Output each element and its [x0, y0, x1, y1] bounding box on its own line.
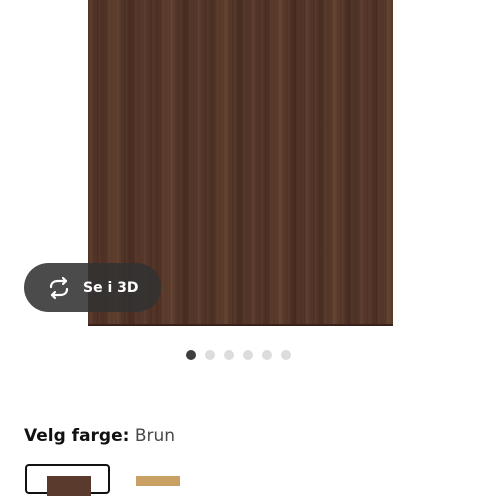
color-swatch-brown[interactable] [25, 464, 110, 496]
carousel-dot-4[interactable] [243, 350, 253, 360]
color-selector-heading: Velg farge: Brun [24, 426, 175, 446]
view-in-3d-label: Se i 3D [83, 279, 139, 296]
carousel-dot-2[interactable] [205, 350, 215, 360]
image-carousel-dots [186, 350, 291, 360]
rotate-arrows-icon [46, 275, 72, 301]
color-swatch-oak[interactable] [136, 476, 180, 486]
selected-color-value: Brun [134, 426, 176, 446]
carousel-dot-1[interactable] [186, 350, 196, 360]
color-label: Velg farge: [24, 426, 130, 446]
color-swatch-brown-chip [47, 476, 91, 496]
carousel-dot-5[interactable] [262, 350, 272, 360]
carousel-dot-3[interactable] [224, 350, 234, 360]
carousel-dot-6[interactable] [281, 350, 291, 360]
view-in-3d-button[interactable]: Se i 3D [24, 263, 161, 312]
